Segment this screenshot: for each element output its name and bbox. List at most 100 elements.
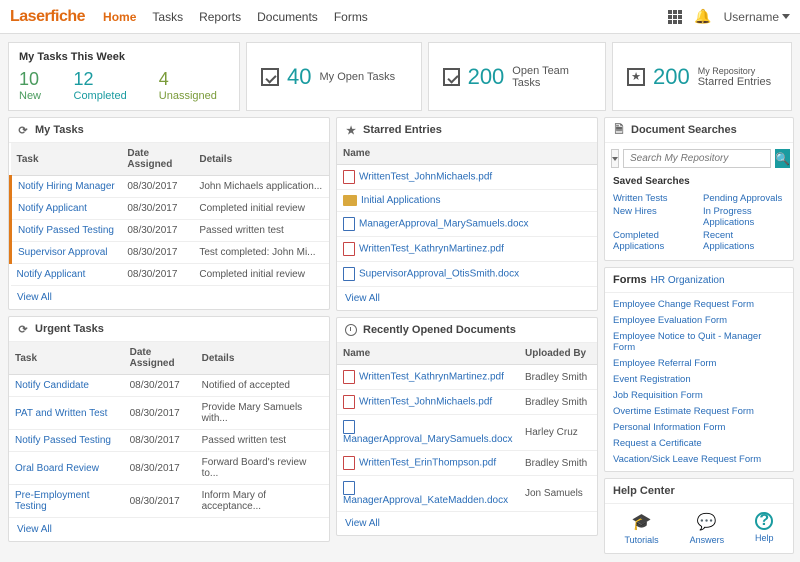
table-row: ManagerApproval_MarySamuels.docx Harley … [337,415,597,451]
link[interactable]: Employee Notice to Quit - Manager Form [613,331,785,353]
search-button[interactable]: 🔍 [775,149,790,168]
link[interactable]: Employee Change Request Form [613,299,785,310]
task-link[interactable]: Notify Applicant [18,203,87,214]
table-row: Supervisor Approval 08/30/2017 Test comp… [11,242,330,264]
table-row: Initial Applications [337,190,597,212]
search-scope-dropdown[interactable] [611,149,619,168]
notifications-icon[interactable]: 🔔 [694,8,711,25]
nav-tasks[interactable]: Tasks [152,10,183,24]
document-icon: 🗎 [613,124,625,136]
file-type-icon [343,217,355,231]
view-all-link[interactable]: View All [9,518,329,541]
my-tasks-table: Task Date Assigned Details Notify Hiring… [9,143,329,286]
link[interactable]: Vacation/Sick Leave Request Form [613,454,785,465]
file-link[interactable]: ManagerApproval_MarySamuels.docx [343,434,513,445]
file-link[interactable]: WrittenTest_JohnMichaels.pdf [359,397,492,408]
table-row: WrittenTest_KathrynMartinez.pdf Bradley … [337,365,597,390]
nav-home[interactable]: Home [103,10,136,24]
link[interactable]: Overtime Estimate Request Form [613,406,785,417]
link[interactable]: Employee Referral Form [613,358,785,369]
file-link[interactable]: WrittenTest_KathrynMartinez.pdf [359,244,504,255]
file-link[interactable]: SupervisorApproval_OtisSmith.docx [359,269,519,280]
link[interactable]: Request a Certificate [613,438,785,449]
task-link[interactable]: Notify Candidate [15,380,89,391]
task-link[interactable]: Notify Passed Testing [15,435,111,446]
forms-org-link[interactable]: HR Organization [651,275,725,286]
task-link[interactable]: Oral Board Review [15,463,99,474]
stat-open-team-tasks[interactable]: 200 Open Team Tasks [428,42,606,111]
task-link[interactable]: Notify Applicant [17,269,86,280]
nav-reports[interactable]: Reports [199,10,241,24]
file-link[interactable]: WrittenTest_JohnMichaels.pdf [359,172,492,183]
question-icon: ? [755,512,773,530]
panel-title: Document Searches [631,124,737,136]
link[interactable]: Event Registration [613,374,785,385]
star-box-icon: ★ [627,68,645,86]
link[interactable]: Employee Evaluation Form [613,315,785,326]
link[interactable]: Personal Information Form [613,422,785,433]
nav-forms[interactable]: Forms [334,10,368,24]
forms-panel: FormsHR Organization Employee Change Req… [604,267,794,472]
table-row: Notify Applicant 08/30/2017 Completed in… [11,198,330,220]
stat-starred-entries[interactable]: ★ 200 My RepositoryStarred Entries [612,42,792,111]
file-type-icon [343,370,355,384]
graduation-cap-icon: 🎓 [632,512,652,532]
clock-icon [345,324,357,336]
refresh-icon[interactable]: ⟳ [17,323,29,335]
link[interactable]: Completed Applications [613,230,695,252]
help-tutorials[interactable]: 🎓Tutorials [624,512,658,545]
refresh-icon[interactable]: ⟳ [17,124,29,136]
star-icon: ★ [345,124,357,136]
chat-icon: 💬 [697,512,717,532]
help-center-panel: Help Center 🎓Tutorials 💬Answers ?Help [604,478,794,554]
recently-opened-panel: Recently Opened Documents NameUploaded B… [336,317,598,536]
file-link[interactable]: ManagerApproval_MarySamuels.docx [359,219,529,230]
table-row: SupervisorApproval_OtisSmith.docx [337,262,597,287]
file-type-icon [343,242,355,256]
task-link[interactable]: Notify Hiring Manager [18,181,115,192]
stat-my-open-tasks[interactable]: 40 My Open Tasks [246,42,422,111]
file-type-icon [343,267,355,281]
logo: Laserfiche [10,8,85,26]
starred-table: Name WrittenTest_JohnMichaels.pdfInitial… [337,143,597,287]
nav-documents[interactable]: Documents [257,10,318,24]
help-answers[interactable]: 💬Answers [690,512,725,545]
link[interactable]: In Progress Applications [703,206,785,228]
link[interactable]: New Hires [613,206,695,228]
table-row: Notify Passed Testing 08/30/2017 Passed … [11,220,330,242]
stat-tasks-this-week: My Tasks This Week 10 New 12 Completed 4… [8,42,240,111]
view-all-link[interactable]: View All [337,287,597,310]
file-link[interactable]: Initial Applications [361,195,441,206]
link[interactable]: Job Requisition Form [613,390,785,401]
check-box-icon [443,68,460,86]
saved-searches-heading: Saved Searches [605,174,793,189]
link[interactable]: Recent Applications [703,230,785,252]
table-row: WrittenTest_JohnMichaels.pdf [337,165,597,190]
file-link[interactable]: WrittenTest_ErinThompson.pdf [359,458,496,469]
help-help[interactable]: ?Help [755,512,774,545]
user-menu[interactable]: Username [724,10,790,24]
file-link[interactable]: ManagerApproval_KateMadden.docx [343,495,508,506]
task-link[interactable]: Pre-Employment Testing [15,490,89,512]
starred-entries-panel: ★Starred Entries Name WrittenTest_JohnMi… [336,117,598,311]
link[interactable]: Pending Approvals [703,193,785,204]
document-searches-panel: 🗎 Document Searches 🔍 Saved Searches Writ… [604,117,794,261]
panel-title: Help Center [613,485,675,497]
username-label: Username [724,10,779,24]
task-link[interactable]: Notify Passed Testing [18,225,114,236]
view-all-link[interactable]: View All [9,286,329,309]
table-row: Notify Candidate 08/30/2017 Notified of … [9,375,329,397]
task-link[interactable]: Supervisor Approval [18,247,108,258]
chevron-down-icon [612,157,618,161]
stat-week-title: My Tasks This Week [19,51,229,63]
table-row: Oral Board Review 08/30/2017 Forward Boa… [9,452,329,485]
link[interactable]: Written Tests [613,193,695,204]
table-row: ManagerApproval_MarySamuels.docx [337,212,597,237]
apps-icon[interactable] [668,10,682,24]
check-box-icon [261,68,279,86]
view-all-link[interactable]: View All [337,512,597,535]
main-nav: Home Tasks Reports Documents Forms [103,10,368,24]
search-input[interactable] [623,149,771,168]
file-link[interactable]: WrittenTest_KathrynMartinez.pdf [359,372,504,383]
task-link[interactable]: PAT and Written Test [15,408,107,419]
